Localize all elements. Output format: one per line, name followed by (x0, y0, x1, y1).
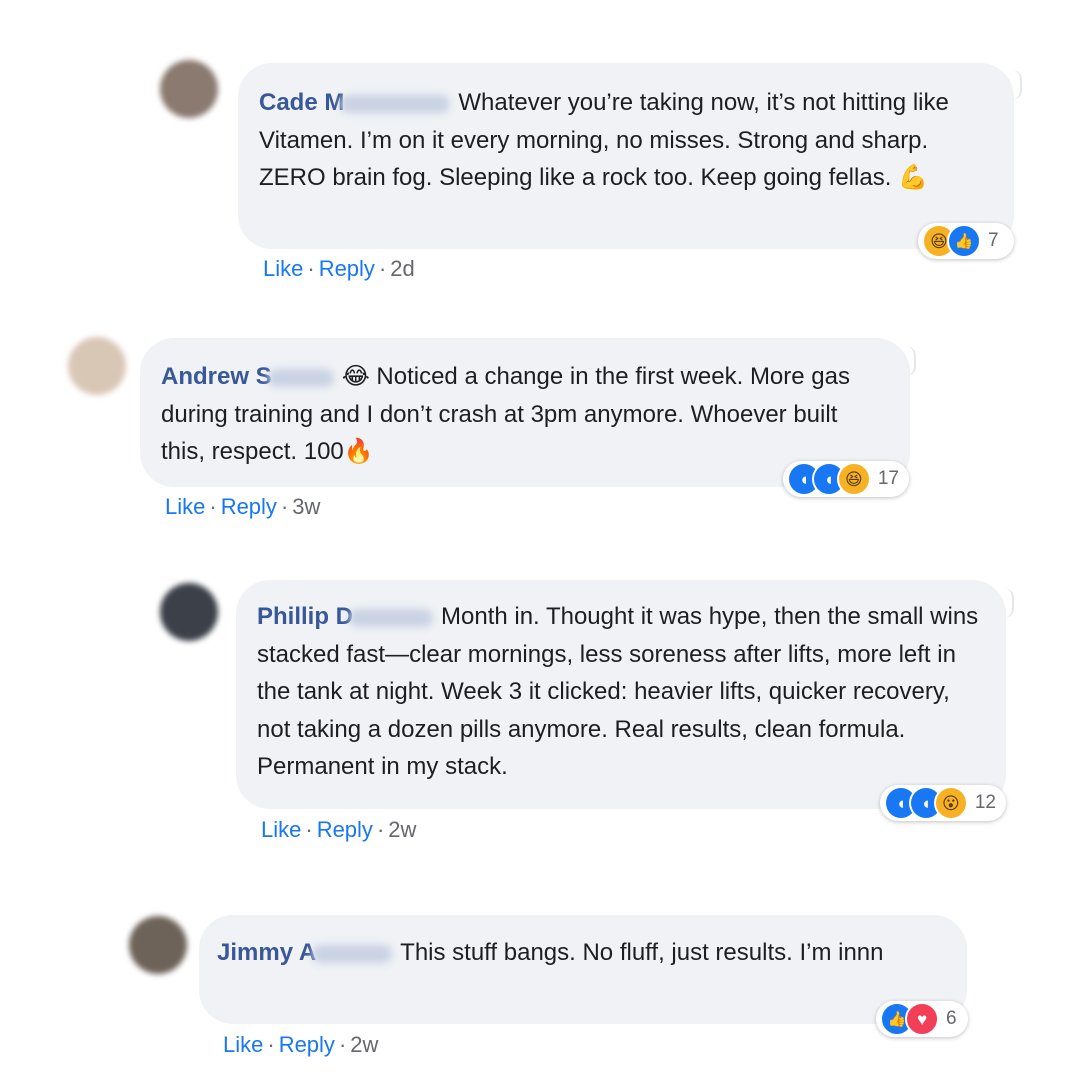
separator-dot: · (307, 256, 315, 281)
fire-emoji: 🔥 (343, 438, 374, 465)
bubble-edge (1012, 70, 1022, 100)
avatar[interactable] (129, 916, 187, 974)
reaction-summary[interactable]: 👍 ♥ 6 (876, 1001, 968, 1037)
like-link[interactable]: Like (223, 1032, 263, 1057)
comment-timestamp[interactable]: 2w (388, 817, 416, 842)
wow-icon: 😮 (933, 786, 968, 820)
haha-icon: 😆 (836, 462, 871, 496)
comment-actions: Like · Reply · 2d (263, 256, 415, 282)
comment-actions: Like · Reply · 2w (261, 817, 416, 843)
reply-link[interactable]: Reply (319, 256, 375, 281)
like-icon: 👍 (947, 224, 981, 258)
reply-link[interactable]: Reply (279, 1032, 335, 1057)
separator-dot: · (378, 256, 387, 281)
comment-author[interactable]: Cade M (259, 89, 344, 116)
reaction-summary[interactable]: ◖ ◖ 😮 12 (880, 785, 1006, 821)
comment-actions: Like · Reply · 2w (223, 1032, 378, 1058)
comment-bubble: Phillip D Month in. Thought it was hype, … (236, 580, 1006, 809)
reaction-count: 12 (974, 792, 996, 813)
separator-dot: · (209, 494, 217, 519)
comment-author[interactable]: Andrew S (161, 363, 272, 390)
separator-dot: · (280, 494, 289, 519)
like-link[interactable]: Like (261, 817, 301, 842)
reaction-count: 17 (877, 468, 899, 489)
avatar[interactable] (68, 337, 126, 395)
separator-dot: · (267, 1032, 275, 1057)
separator-dot: · (338, 1032, 347, 1057)
blurred-surname (267, 368, 334, 387)
comment-timestamp[interactable]: 2d (390, 256, 414, 281)
blurred-surname (312, 944, 393, 963)
reply-link[interactable]: Reply (221, 494, 277, 519)
blurred-surname (349, 608, 433, 627)
separator-dot: · (376, 817, 385, 842)
bubble-edge (906, 346, 916, 376)
reaction-count: 7 (988, 230, 999, 251)
comment-timestamp[interactable]: 2w (350, 1032, 378, 1057)
comment-text: This stuff bangs. No fluff, just results… (400, 939, 884, 966)
like-link[interactable]: Like (165, 494, 205, 519)
tears-of-joy-emoji: 😂 (341, 363, 370, 390)
avatar[interactable] (160, 583, 218, 641)
comment-bubble: Cade M Whatever you’re taking now, it’s n… (238, 63, 1014, 249)
comment-timestamp[interactable]: 3w (292, 494, 320, 519)
blurred-surname (340, 94, 451, 113)
reaction-summary[interactable]: ◖ ◖ 😆 17 (783, 461, 909, 497)
reply-link[interactable]: Reply (317, 817, 373, 842)
like-link[interactable]: Like (263, 256, 303, 281)
love-icon: ♥ (905, 1002, 939, 1036)
reaction-summary[interactable]: 😆 👍 7 (918, 223, 1014, 259)
avatar[interactable] (160, 60, 218, 118)
comment-author[interactable]: Phillip D (257, 603, 353, 630)
comment-bubble: Jimmy A This stuff bangs. No fluff, just … (199, 915, 967, 1024)
bubble-edge (1004, 588, 1014, 618)
comment-text: Month in. Thought it was hype, then the … (257, 603, 979, 780)
comment-actions: Like · Reply · 3w (165, 494, 320, 520)
comment-author[interactable]: Jimmy A (217, 939, 316, 966)
separator-dot: · (305, 817, 313, 842)
flexed-biceps-emoji: 💪 (898, 164, 928, 191)
reaction-count: 6 (946, 1008, 957, 1029)
